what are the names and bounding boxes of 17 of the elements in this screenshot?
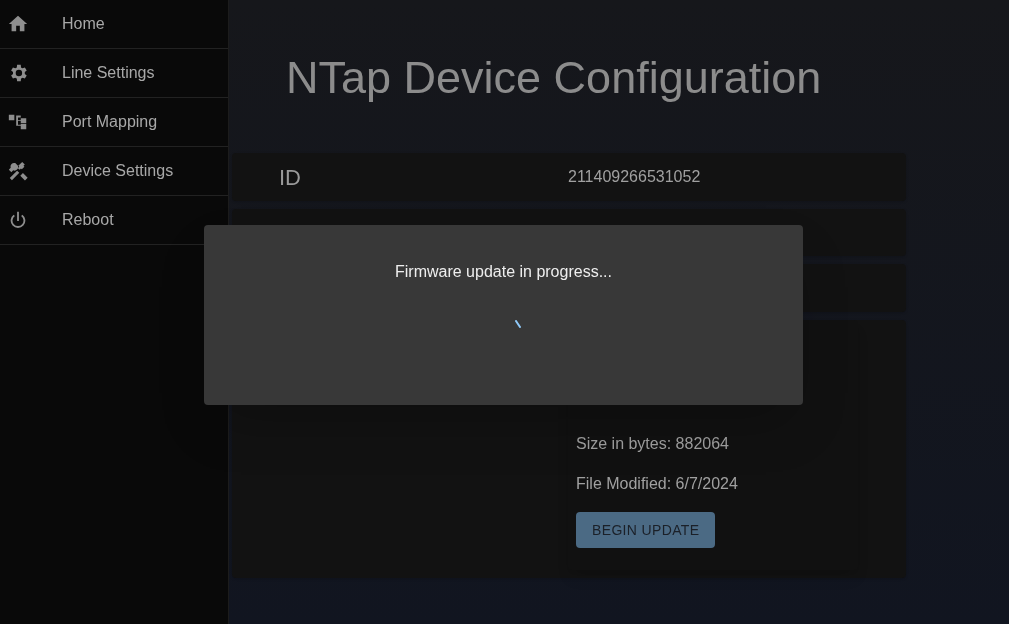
tools-icon [7,160,29,182]
sidebar-item[interactable]: Device Settings [0,147,228,196]
sidebar-item-label: Device Settings [62,161,174,181]
sidebar-item-label: Line Settings [62,63,155,83]
loading-spinner-icon [514,320,521,328]
field-label: ID [279,163,302,192]
sidebar-item[interactable]: Home [0,0,228,49]
dialog-message: Firmware update in progress... [395,262,612,282]
sidebar-item[interactable]: Port Mapping [0,98,228,147]
page-title: NTap Device Configuration [286,52,823,104]
file-info-text: Size in bytes: 882064 [576,434,730,454]
file-info-text: File Modified: 6/7/2024 [576,474,739,494]
sidebar-item-label: Reboot [62,210,114,230]
sidebar-item-label: Home [62,14,105,34]
sidebar-item[interactable]: Line Settings [0,49,228,98]
sidebar-item-label: Port Mapping [62,112,158,132]
field-value: 211409266531052 [568,167,701,187]
